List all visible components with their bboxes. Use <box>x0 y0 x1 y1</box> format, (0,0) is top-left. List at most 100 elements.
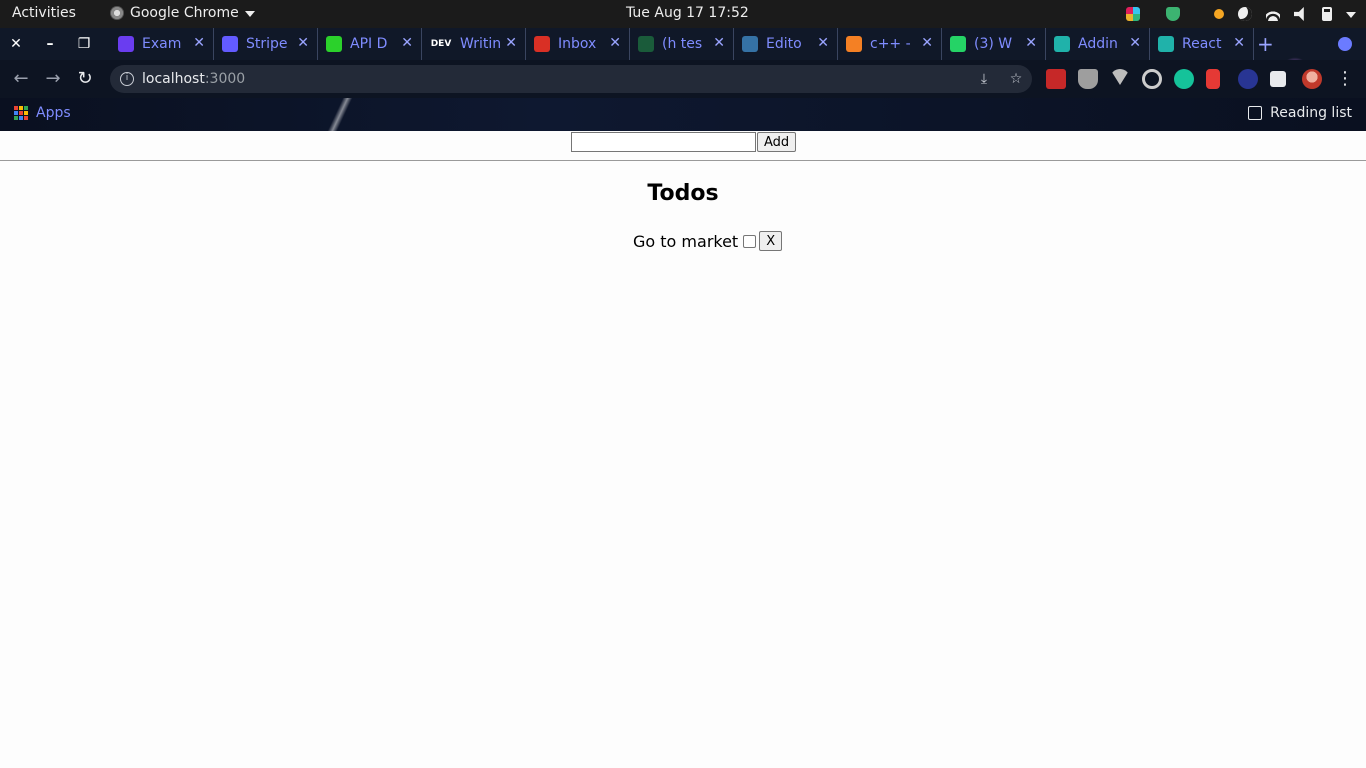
tab-title: React <box>1182 36 1222 52</box>
theme-streak <box>300 98 380 131</box>
target-extension-icon[interactable] <box>1142 69 1162 89</box>
browser-tab[interactable]: Addin ✕ <box>1046 28 1150 60</box>
todo-input[interactable] <box>571 132 756 152</box>
grammarly-icon[interactable] <box>1174 69 1194 89</box>
info-icon[interactable]: i <box>120 72 134 86</box>
tab-favicon-icon <box>534 36 550 52</box>
tab-close-icon[interactable]: ✕ <box>193 35 205 51</box>
tab-close-icon[interactable]: ✕ <box>505 35 517 51</box>
url-text[interactable]: localhost:3000 <box>142 71 245 87</box>
install-icon[interactable]: ⤓ <box>976 71 992 87</box>
tab-favicon-icon <box>1054 36 1070 52</box>
reading-list-button[interactable]: Reading list <box>1248 105 1352 121</box>
tab-title: Addin <box>1078 36 1118 52</box>
system-tray[interactable] <box>1126 4 1356 24</box>
tab-favicon-icon <box>638 36 654 52</box>
clock[interactable]: Tue Aug 17 17:52 <box>626 5 749 21</box>
remove-todo-button[interactable]: X <box>759 231 783 251</box>
tab-favicon-icon <box>326 36 342 52</box>
reload-icon[interactable]: ↻ <box>74 68 96 90</box>
tab-close-icon[interactable]: ✕ <box>609 35 621 51</box>
new-tab-icon[interactable]: + <box>1257 32 1274 56</box>
browser-tab[interactable]: (h tes ✕ <box>630 28 734 60</box>
reading-list-label: Reading list <box>1270 105 1352 121</box>
tab-title: Inbox <box>558 36 597 52</box>
window-controls: ✕ – ❐ <box>8 36 92 52</box>
battery-icon[interactable] <box>1322 7 1332 21</box>
browser-tab[interactable]: c++ - ✕ <box>838 28 942 60</box>
app-menu[interactable]: Google Chrome <box>110 5 255 21</box>
browser-tab[interactable]: Stripe ✕ <box>214 28 318 60</box>
wifi-icon[interactable] <box>1266 7 1280 21</box>
back-icon[interactable]: ← <box>10 68 32 90</box>
system-menu-caret-icon[interactable] <box>1346 12 1356 18</box>
notification-dot-icon[interactable] <box>1214 9 1224 19</box>
todo-item: Go to market X <box>633 231 783 251</box>
tab-title: (3) W <box>974 36 1013 52</box>
address-bar[interactable]: i localhost:3000 ⤓ ☆ <box>110 65 1032 93</box>
tab-close-icon[interactable]: ✕ <box>1025 35 1037 51</box>
tab-favicon-icon <box>118 36 134 52</box>
divider <box>0 160 1366 161</box>
tab-favicon-icon: DEV <box>430 39 452 49</box>
tab-close-icon[interactable]: ✕ <box>713 35 725 51</box>
browser-tab[interactable]: API D ✕ <box>318 28 422 60</box>
tab-favicon-icon <box>742 36 758 52</box>
browser-tab[interactable]: DEV Writin ✕ <box>422 28 526 60</box>
extensions-icon[interactable] <box>1270 71 1286 87</box>
tab-strip: ✕ – ❐ Exam ✕ Stripe ✕ API D ✕ DEV Writin ✕ Inbox ✕… <box>0 28 1366 86</box>
apps-label: Apps <box>36 105 71 121</box>
vue-extension-icon[interactable] <box>1110 69 1130 85</box>
star-icon[interactable]: ☆ <box>1008 71 1024 87</box>
browser-tab[interactable]: React ✕ <box>1150 28 1254 60</box>
browser-tab[interactable]: (3) W ✕ <box>942 28 1046 60</box>
tab-title: API D <box>350 36 388 52</box>
activities-button[interactable]: Activities <box>12 5 76 21</box>
profile-avatar[interactable] <box>1302 69 1322 89</box>
tab-title: c++ - <box>870 36 911 52</box>
tabs-container: Exam ✕ Stripe ✕ API D ✕ DEV Writin ✕ Inbox ✕ (h tes… <box>110 28 1254 60</box>
tab-title: (h tes <box>662 36 703 52</box>
tab-close-icon[interactable]: ✕ <box>817 35 829 51</box>
tab-title: Stripe <box>246 36 288 52</box>
app-name: Google Chrome <box>130 5 239 21</box>
night-light-icon[interactable] <box>1238 7 1252 21</box>
reading-list-icon <box>1248 106 1263 120</box>
tab-favicon-icon <box>222 36 238 52</box>
browser-tab[interactable]: Edito ✕ <box>734 28 838 60</box>
browser-tab[interactable]: Inbox ✕ <box>526 28 630 60</box>
angular-extension-icon[interactable] <box>1078 69 1098 89</box>
tab-close-icon[interactable]: ✕ <box>401 35 413 51</box>
tab-close-icon[interactable]: ✕ <box>921 35 933 51</box>
page-content: Add Todos Go to market X <box>0 131 1366 768</box>
tab-close-icon[interactable]: ✕ <box>1233 35 1245 51</box>
add-button[interactable]: Add <box>757 132 797 152</box>
tab-close-icon[interactable]: ✕ <box>1129 35 1141 51</box>
add-todo-form: Add <box>571 132 797 152</box>
extension-red-icon[interactable] <box>1046 69 1066 89</box>
bookmarks-bar: Apps Reading list <box>0 98 1366 131</box>
tab-close-icon[interactable]: ✕ <box>297 35 309 51</box>
tab-search-icon[interactable] <box>1338 37 1352 51</box>
minimize-window-icon[interactable]: – <box>42 36 58 52</box>
todo-checkbox[interactable] <box>743 234 757 248</box>
tab-favicon-icon <box>950 36 966 52</box>
extension-bottle-icon[interactable] <box>1206 69 1220 89</box>
apps-shortcut[interactable]: Apps <box>14 105 71 121</box>
tab-title: Exam <box>142 36 182 52</box>
system-top-bar: Activities Google Chrome Tue Aug 17 17:5… <box>0 0 1366 28</box>
volume-icon[interactable] <box>1294 7 1304 21</box>
tab-favicon-icon <box>1158 36 1174 52</box>
close-window-icon[interactable]: ✕ <box>8 36 24 52</box>
caret-down-icon <box>244 11 255 17</box>
tab-title: Writin <box>460 36 502 52</box>
restore-window-icon[interactable]: ❐ <box>76 36 92 52</box>
menu-icon[interactable]: ⋮ <box>1334 68 1356 90</box>
tab-title: Edito <box>766 36 802 52</box>
browser-tab[interactable]: Exam ✕ <box>110 28 214 60</box>
shield-icon[interactable] <box>1166 7 1180 21</box>
checkmark-extension-icon[interactable] <box>1238 69 1258 89</box>
chrome-icon <box>110 6 124 20</box>
forward-icon[interactable]: → <box>42 68 64 90</box>
slack-icon[interactable] <box>1126 7 1140 21</box>
